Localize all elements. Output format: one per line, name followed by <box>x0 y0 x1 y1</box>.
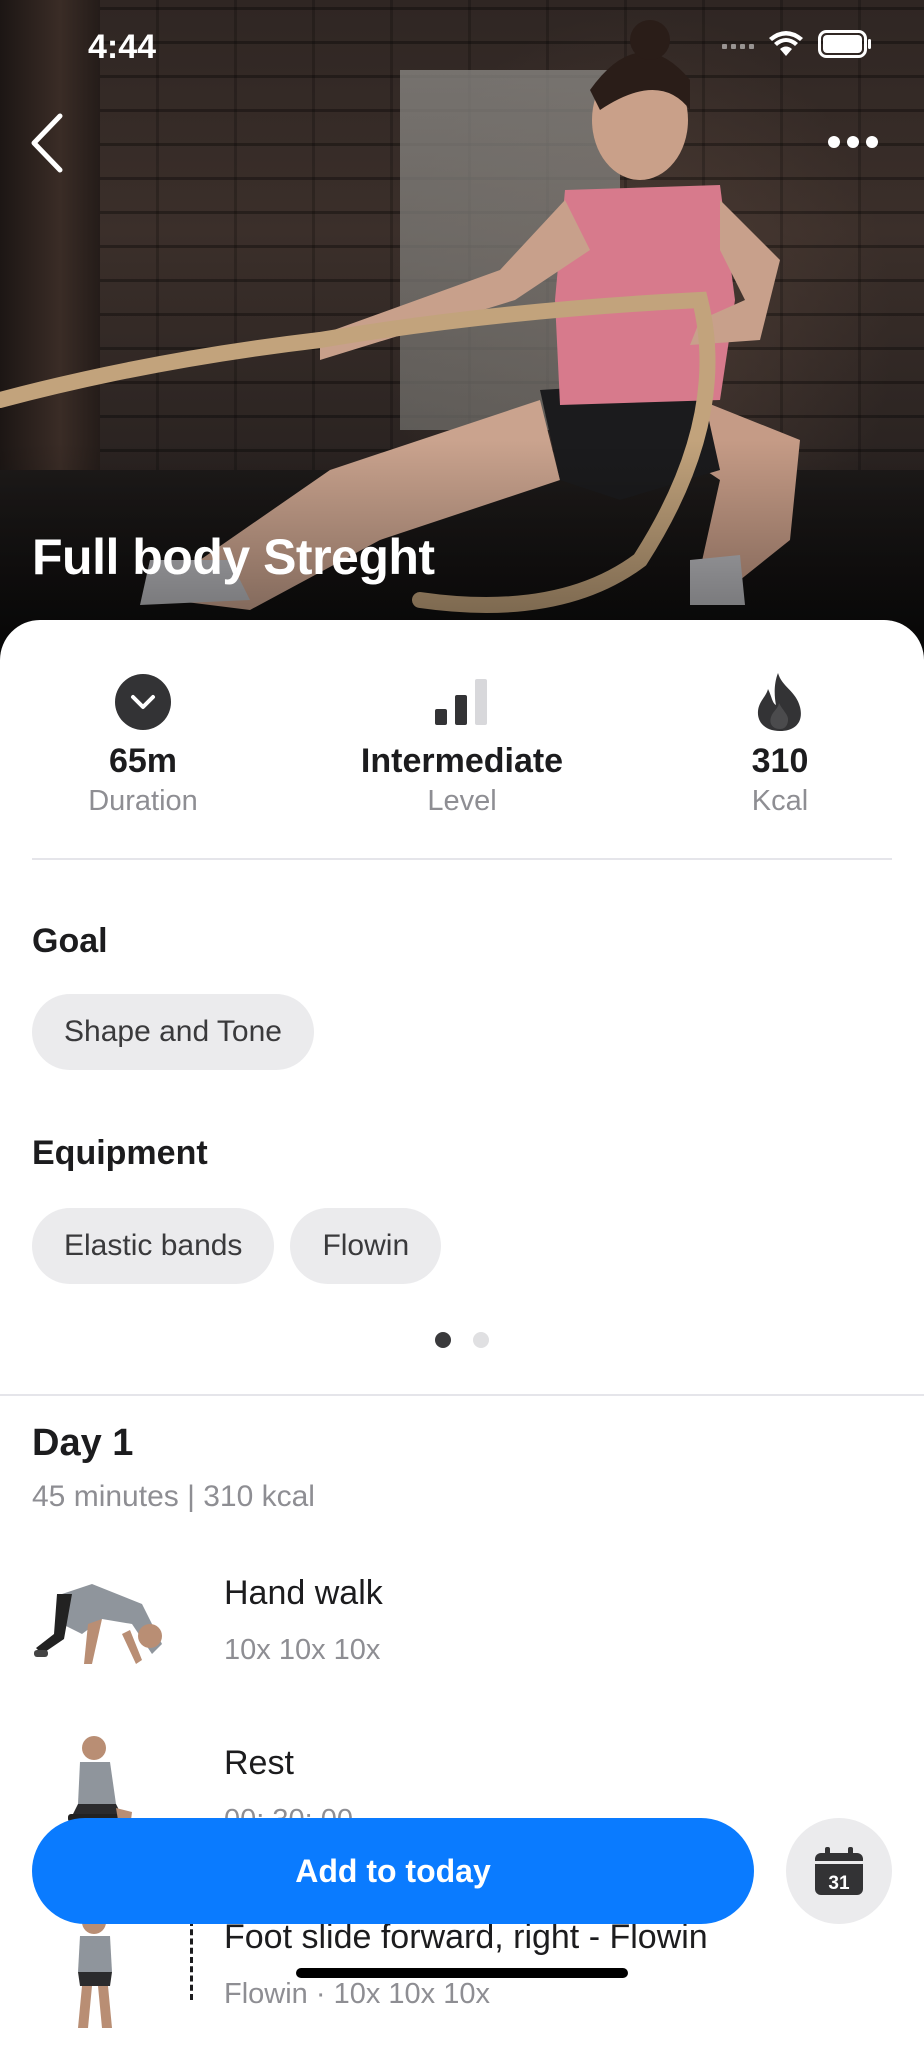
day-summary: 45 minutes | 310 kcal <box>32 1480 315 1513</box>
duration-value: 65m <box>108 742 178 780</box>
chevron-left-icon <box>31 113 63 173</box>
exercise-reps: 10x 10x 10x <box>224 1634 381 1666</box>
level-bars-icon <box>322 670 602 734</box>
equipment-heading: Equipment <box>32 1134 208 1172</box>
section-divider <box>0 1394 924 1396</box>
workout-title: Full body Streght <box>32 529 435 585</box>
status-time: 4:44 <box>88 28 157 66</box>
stat-level: Intermediate Level <box>322 670 602 818</box>
details-sheet: 65m Duration Intermediate Level 310 Kcal… <box>0 620 924 2028</box>
equipment-chip-flowin[interactable]: Flowin <box>290 1208 442 1284</box>
exercise-row[interactable]: Hand walk 10x 10x 10x <box>0 1564 924 1714</box>
page-indicator[interactable] <box>0 1332 924 1348</box>
exercise-thumbnail <box>34 1584 162 1664</box>
home-indicator <box>296 1968 628 1978</box>
status-icons <box>722 30 872 63</box>
exercise-name: Rest <box>224 1744 294 1782</box>
clock-icon <box>3 670 283 734</box>
page-dot-active[interactable] <box>435 1332 451 1348</box>
exercise-name: Hand walk <box>224 1574 383 1612</box>
kcal-label: Kcal <box>751 785 809 817</box>
kcal-value: 310 <box>751 742 809 780</box>
equipment-chips: Elastic bands Flowin <box>32 1208 442 1284</box>
exercise-thumbnail <box>78 1910 112 2028</box>
wifi-icon <box>768 30 804 63</box>
battery-icon <box>818 30 872 63</box>
goal-chip[interactable]: Shape and Tone <box>32 994 314 1070</box>
day-title: Day 1 <box>32 1422 134 1464</box>
back-button[interactable] <box>24 108 74 178</box>
page-dot[interactable] <box>473 1332 489 1348</box>
exercise-reps: Flowin · 10x 10x 10x <box>224 1978 490 2010</box>
level-value: Intermediate <box>360 742 564 780</box>
goal-heading: Goal <box>32 922 108 960</box>
calendar-icon: 31 <box>815 1847 863 1895</box>
flame-icon <box>640 670 920 734</box>
cellular-icon <box>722 38 754 56</box>
calendar-day: 31 <box>828 1873 850 1894</box>
add-to-today-button[interactable]: Add to today <box>32 1818 754 1924</box>
stat-duration: 65m Duration <box>3 670 283 818</box>
stats-row: 65m Duration Intermediate Level 310 Kcal <box>0 670 924 820</box>
exercise-row[interactable]: Foot slide forward, right - Flowin Flowi… <box>0 1908 924 2058</box>
duration-label: Duration <box>88 785 198 817</box>
calendar-button[interactable]: 31 <box>786 1818 892 1924</box>
stats-divider <box>32 858 892 860</box>
goal-chips: Shape and Tone <box>32 994 314 1070</box>
equipment-chip-elastic-bands[interactable]: Elastic bands <box>32 1208 275 1284</box>
ellipsis-icon <box>828 136 878 148</box>
more-options-button[interactable] <box>818 120 888 160</box>
level-label: Level <box>427 785 497 817</box>
stat-kcal: 310 Kcal <box>640 670 920 818</box>
